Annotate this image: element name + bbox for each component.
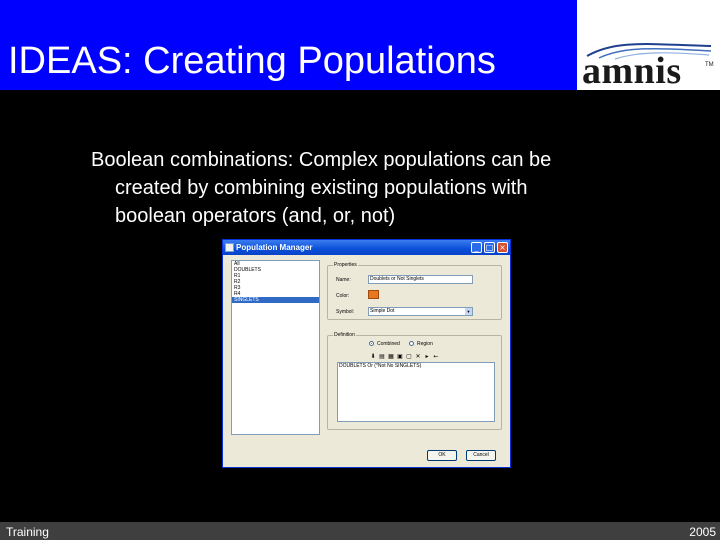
copy-icon[interactable]: ▦ — [387, 353, 395, 361]
slide-title: IDEAS: Creating Populations — [8, 40, 496, 82]
open-icon[interactable]: ▢ — [405, 353, 413, 361]
logo-trademark: TM — [705, 62, 714, 68]
save-icon[interactable]: ▣ — [396, 353, 404, 361]
minimize-icon[interactable]: _ — [471, 242, 482, 253]
definition-expression[interactable]: DOUBLETS Or (*Not No SINGLETS) — [337, 362, 495, 422]
population-manager-window: Population Manager _ □ × All DOUBLETS R1… — [222, 239, 511, 468]
delete-icon[interactable]: ✕ — [414, 353, 422, 361]
ok-button[interactable]: OK — [427, 450, 457, 461]
body-text: Boolean combinations: Complex population… — [91, 146, 691, 230]
body-line-3: boolean operators (and, or, not) — [115, 205, 396, 227]
combined-label: Combined — [377, 341, 400, 347]
down-arrow-icon[interactable]: ⬇ — [369, 353, 377, 361]
window-titlebar[interactable]: Population Manager _ □ × — [223, 240, 510, 255]
combined-radio[interactable] — [369, 341, 374, 346]
cancel-button[interactable]: Cancel — [466, 450, 496, 461]
right-arrow-icon[interactable]: ▸ — [423, 353, 431, 361]
name-input[interactable]: Doublets or Not Singlets — [368, 275, 473, 284]
population-list[interactable]: All DOUBLETS R1 R2 R3 R4 SINGLETS — [231, 260, 320, 435]
symbol-label: Symbol: — [336, 309, 355, 315]
color-swatch[interactable] — [368, 290, 379, 299]
window-title: Population Manager — [236, 243, 313, 252]
symbol-select[interactable]: Simple Dot ▼ — [368, 307, 473, 316]
amnis-logo: amnis TM — [577, 0, 720, 90]
footer-label: Training — [6, 525, 49, 539]
symbol-value: Simple Dot — [370, 308, 395, 314]
left-arrow-icon[interactable]: ← — [432, 353, 440, 361]
properties-label: Properties — [333, 262, 358, 269]
footer-bar: Training 2005 — [0, 522, 720, 540]
footer-year: 2005 — [689, 525, 716, 539]
dropdown-arrow-icon[interactable]: ▼ — [465, 308, 472, 315]
list-icon[interactable]: ▤ — [378, 353, 386, 361]
definition-label: Definition — [333, 332, 356, 339]
list-item-selected[interactable]: SINGLETS — [232, 297, 319, 303]
title-bar: IDEAS: Creating Populations — [0, 0, 577, 90]
maximize-icon[interactable]: □ — [484, 242, 495, 253]
close-icon[interactable]: × — [497, 242, 508, 253]
body-line-2: created by combining existing population… — [115, 177, 528, 199]
color-label: Color: — [336, 293, 350, 299]
name-label: Name: — [336, 277, 351, 283]
body-line-1: Boolean combinations: Complex population… — [91, 149, 552, 171]
region-label: Region — [417, 341, 433, 347]
app-icon — [225, 243, 234, 252]
logo-text: amnis — [582, 50, 682, 92]
region-radio[interactable] — [409, 341, 414, 346]
